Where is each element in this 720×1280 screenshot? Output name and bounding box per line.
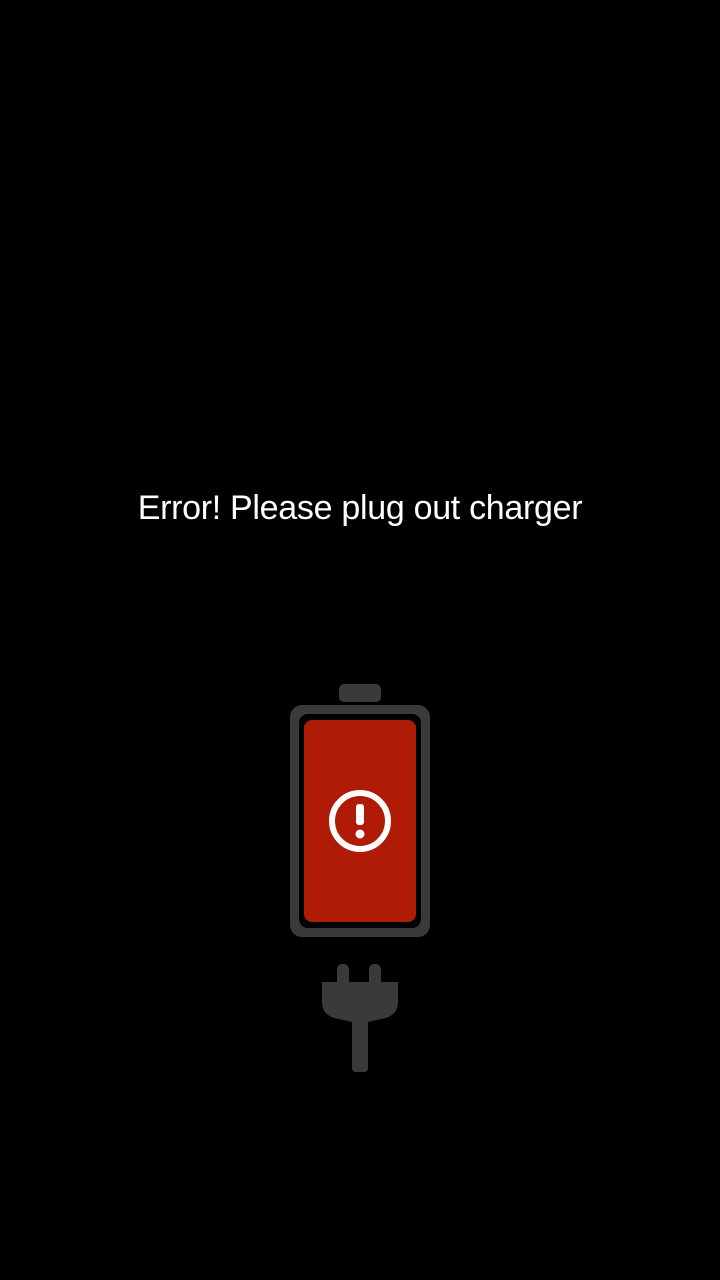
charger-plug-icon — [322, 964, 398, 1072]
error-message: Error! Please plug out charger — [137, 489, 583, 527]
battery-error-graphic — [290, 684, 430, 1072]
battery-terminal — [339, 684, 381, 702]
charging-error-screen: Error! Please plug out charger — [0, 0, 720, 1280]
